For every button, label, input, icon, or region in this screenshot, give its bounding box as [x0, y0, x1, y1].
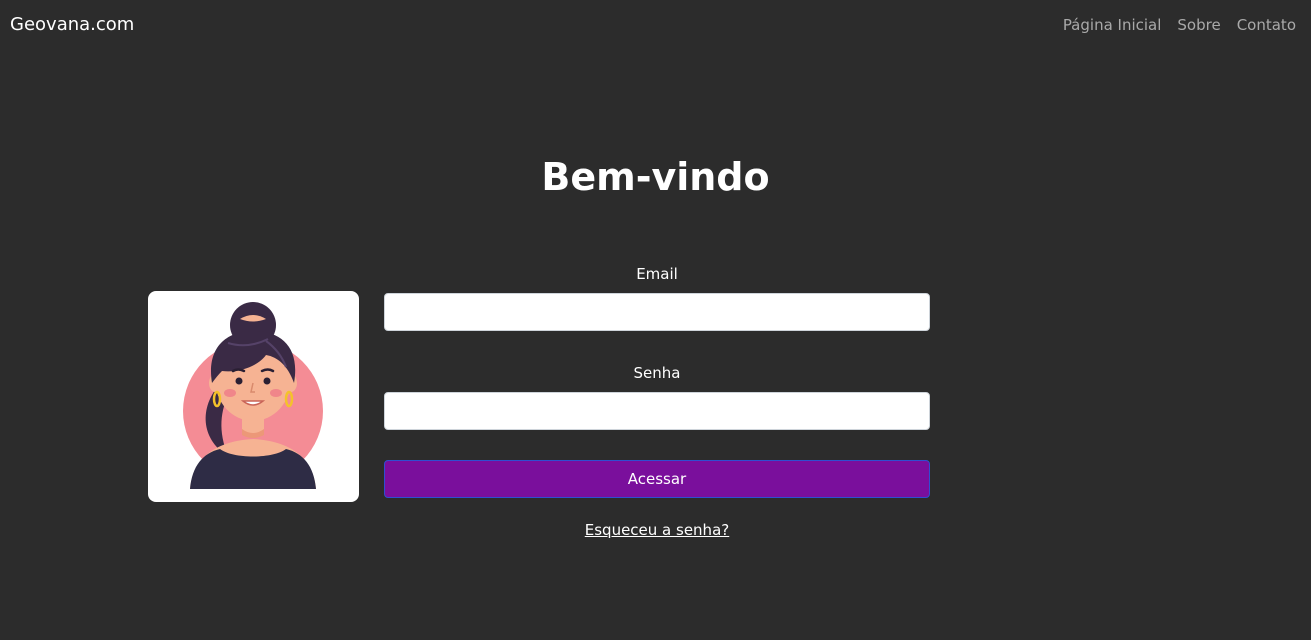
email-input[interactable]	[384, 293, 930, 331]
navbar: Geovana.com Página Inicial Sobre Contato	[0, 0, 1311, 52]
nav-link-contact[interactable]: Contato	[1237, 16, 1296, 34]
password-label: Senha	[633, 364, 681, 382]
nav-link-about[interactable]: Sobre	[1177, 16, 1220, 34]
email-label: Email	[636, 265, 678, 283]
nav-link-home[interactable]: Página Inicial	[1063, 16, 1162, 34]
avatar-card	[148, 291, 359, 502]
nav-links: Página Inicial Sobre Contato	[1063, 16, 1296, 34]
password-input[interactable]	[384, 392, 930, 430]
submit-button[interactable]: Acessar	[384, 460, 930, 498]
forgot-password-link[interactable]: Esqueceu a senha?	[384, 521, 930, 539]
woman-avatar-icon	[183, 302, 323, 489]
login-form: Email Senha Acessar Esqueceu a senha?	[384, 262, 930, 539]
brand-link[interactable]: Geovana.com	[10, 14, 134, 35]
page-title: Bem-vindo	[541, 155, 770, 199]
